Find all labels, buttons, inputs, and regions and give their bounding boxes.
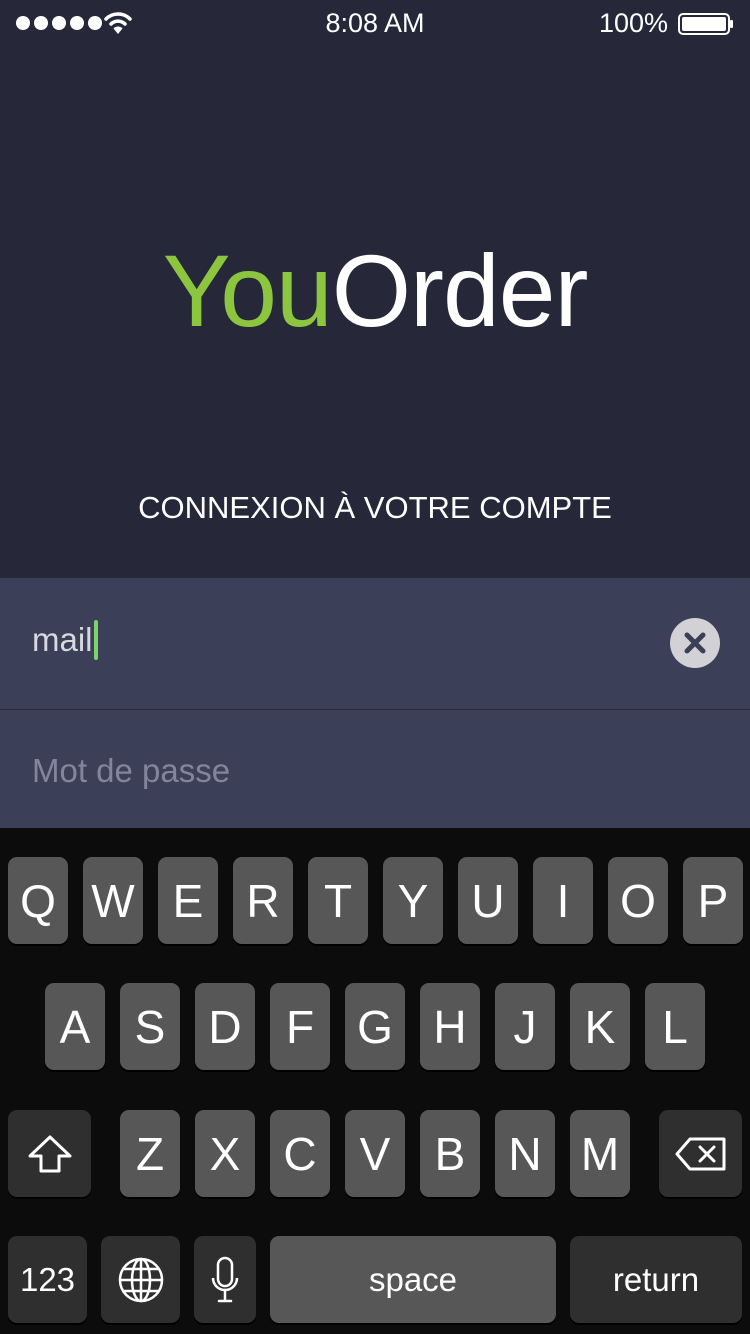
close-icon xyxy=(684,632,706,654)
key-x[interactable]: X xyxy=(195,1110,255,1197)
key-l[interactable]: L xyxy=(645,983,705,1070)
email-field[interactable]: mail xyxy=(0,578,750,709)
clear-button[interactable] xyxy=(670,618,720,668)
page-title: CONNEXION À VOTRE COMPTE xyxy=(138,490,612,525)
key-d[interactable]: D xyxy=(195,983,255,1070)
key-f[interactable]: F xyxy=(270,983,330,1070)
numbers-key[interactable]: 123 xyxy=(8,1236,87,1323)
email-value: mail xyxy=(32,621,93,658)
microphone-key[interactable] xyxy=(194,1236,256,1323)
text-cursor xyxy=(93,620,98,660)
return-key[interactable]: return xyxy=(570,1236,742,1323)
key-t[interactable]: T xyxy=(308,857,368,944)
key-w[interactable]: W xyxy=(83,857,143,944)
key-y[interactable]: Y xyxy=(383,857,443,944)
shift-key[interactable] xyxy=(8,1110,91,1197)
key-s[interactable]: S xyxy=(120,983,180,1070)
key-n[interactable]: N xyxy=(495,1110,555,1197)
backspace-key[interactable] xyxy=(659,1110,742,1197)
key-p[interactable]: P xyxy=(683,857,743,944)
key-g[interactable]: G xyxy=(345,983,405,1070)
password-field[interactable]: Mot de passe xyxy=(0,710,750,828)
microphone-icon xyxy=(211,1256,239,1302)
battery-percent: 100% xyxy=(598,8,668,38)
globe-key[interactable] xyxy=(101,1236,180,1323)
key-v[interactable]: V xyxy=(345,1110,405,1197)
key-i[interactable]: I xyxy=(533,857,593,944)
key-q[interactable]: Q xyxy=(8,857,68,944)
app-logo: YouOrder xyxy=(0,240,750,342)
key-a[interactable]: A xyxy=(45,983,105,1070)
key-j[interactable]: J xyxy=(495,983,555,1070)
status-bar: 8:08 AM 100% xyxy=(0,0,750,48)
password-placeholder: Mot de passe xyxy=(32,752,231,789)
key-k[interactable]: K xyxy=(570,983,630,1070)
space-key[interactable]: space xyxy=(270,1236,556,1323)
logo-order: Order xyxy=(331,234,589,348)
key-m[interactable]: M xyxy=(570,1110,630,1197)
key-b[interactable]: B xyxy=(420,1110,480,1197)
keyboard: Q W E R T Y U I O P A S D F G H J K L Z … xyxy=(0,828,750,1334)
key-h[interactable]: H xyxy=(420,983,480,1070)
backspace-icon xyxy=(675,1137,725,1170)
key-c[interactable]: C xyxy=(270,1110,330,1197)
shift-icon xyxy=(28,1135,71,1172)
email-input[interactable]: mail xyxy=(32,620,98,660)
globe-icon xyxy=(118,1257,163,1302)
battery-icon xyxy=(678,13,733,35)
logo-you: You xyxy=(162,234,333,348)
key-o[interactable]: O xyxy=(608,857,668,944)
key-u[interactable]: U xyxy=(458,857,518,944)
key-r[interactable]: R xyxy=(233,857,293,944)
key-z[interactable]: Z xyxy=(120,1110,180,1197)
key-e[interactable]: E xyxy=(158,857,218,944)
